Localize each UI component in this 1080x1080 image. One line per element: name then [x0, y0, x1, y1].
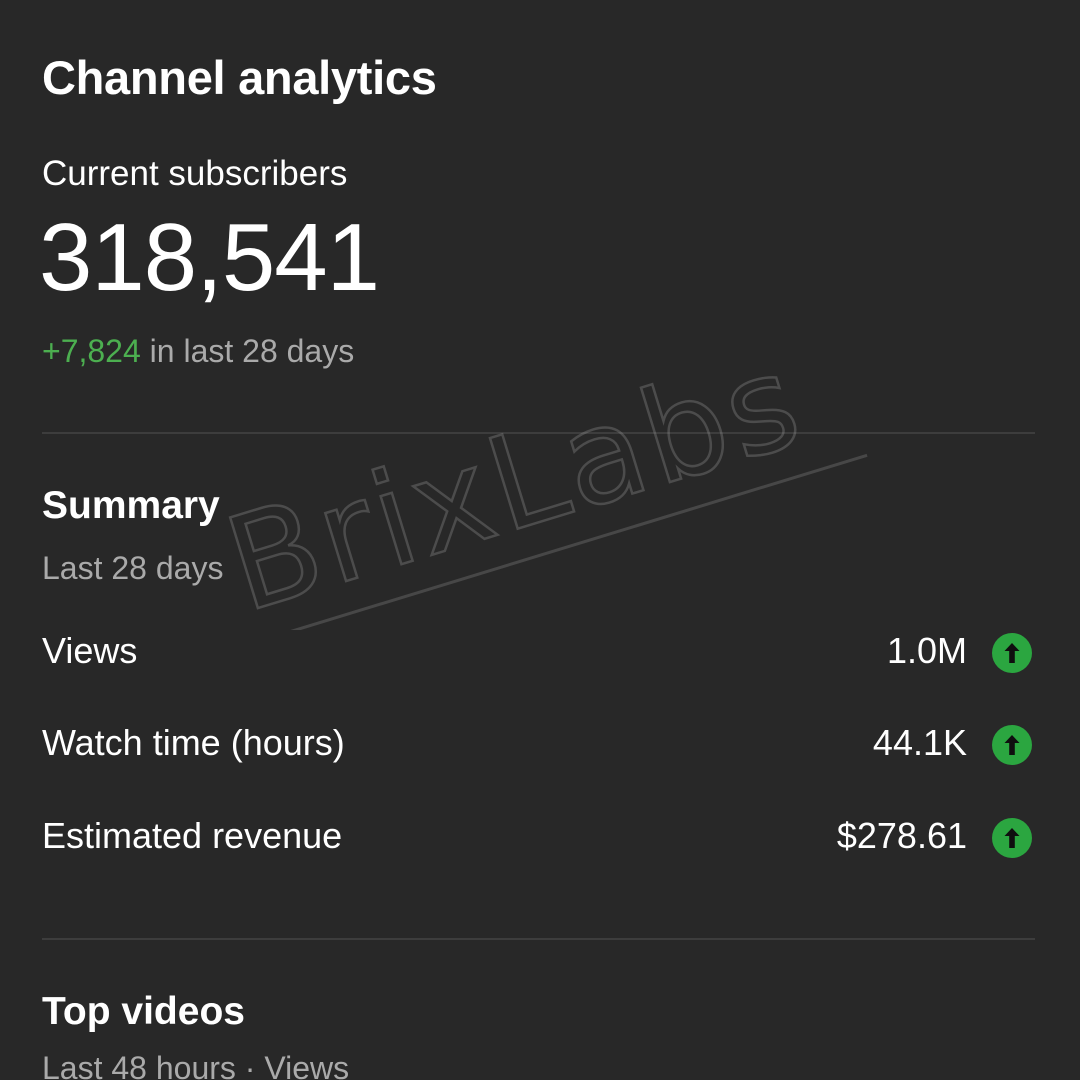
metric-value: $278.61 — [836, 815, 967, 856]
arrow-up-circle-icon — [992, 725, 1032, 765]
watermark-text: BrixLabs — [210, 330, 819, 630]
metric-label: Estimated revenue — [42, 815, 343, 856]
arrow-up-circle-icon — [992, 633, 1032, 673]
metric-row-estimated-revenue[interactable]: Estimated revenue $278.61 — [42, 813, 1035, 861]
metric-value: 44.1K — [872, 722, 967, 763]
divider — [42, 432, 1035, 434]
brixlabs-watermark-logo: BrixLabs — [209, 330, 868, 630]
top-videos-title: Top videos — [42, 990, 245, 1033]
subscribers-change: +7,824 in last 28 days — [42, 333, 354, 370]
subscribers-label: Current subscribers — [42, 154, 348, 193]
summary-period: Last 28 days — [42, 550, 224, 586]
metric-value: 1.0M — [886, 630, 967, 671]
arrow-up-circle-icon — [992, 818, 1032, 858]
divider — [42, 938, 1035, 940]
metric-row-watch-time[interactable]: Watch time (hours) 44.1K — [42, 720, 1035, 768]
metric-label: Views — [42, 630, 138, 671]
analytics-page: Channel analytics Current subscribers 31… — [0, 0, 1080, 1080]
summary-title: Summary — [42, 484, 220, 527]
page-title: Channel analytics — [42, 51, 437, 104]
subscribers-delta: +7,824 — [42, 333, 141, 369]
metric-label: Watch time (hours) — [42, 722, 345, 763]
subscribers-count: 318,541 — [39, 204, 380, 311]
subscribers-delta-suffix: in last 28 days — [140, 333, 355, 369]
top-videos-period: Last 48 hours · Views — [42, 1050, 350, 1080]
metric-row-views[interactable]: Views 1.0M — [42, 628, 1035, 676]
